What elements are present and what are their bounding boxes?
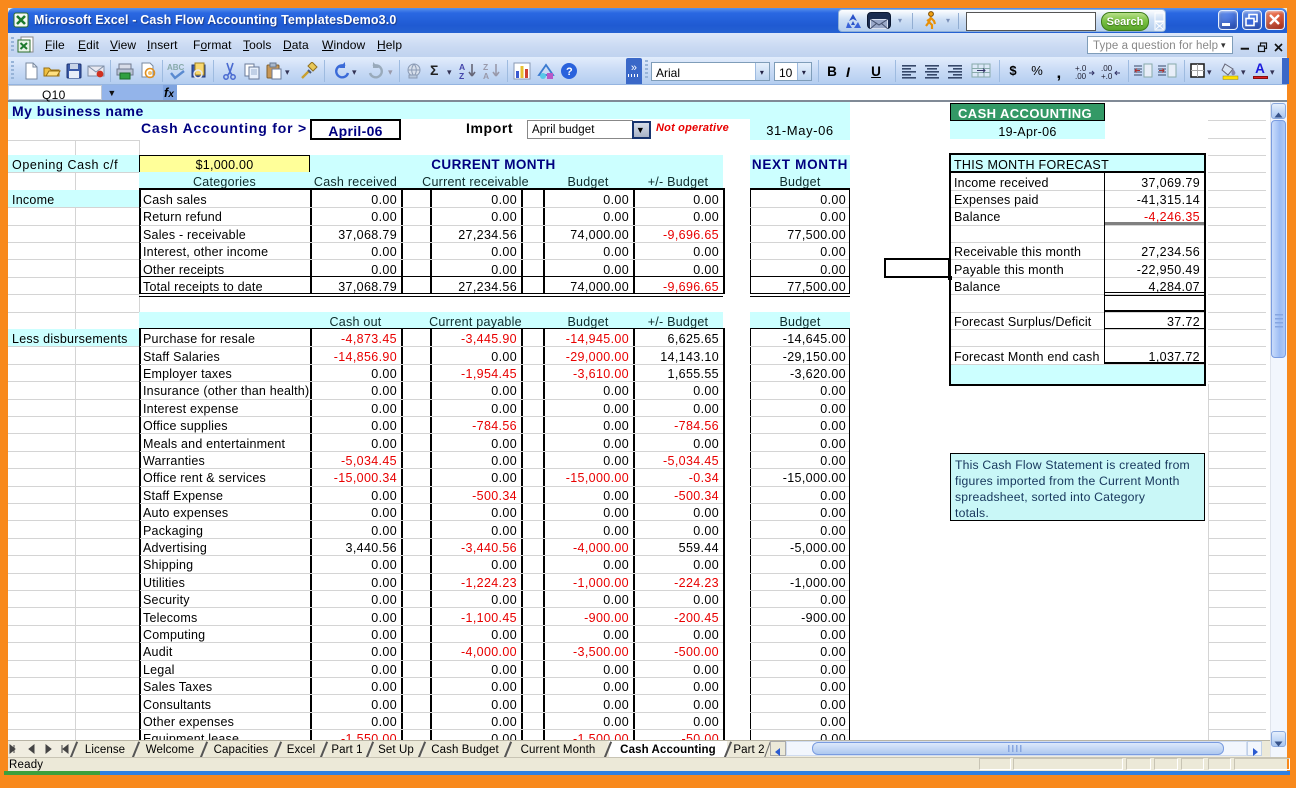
svg-text:ABC: ABC <box>167 63 185 72</box>
svg-text:+.0: +.0 <box>1101 72 1113 80</box>
svg-text:.00: .00 <box>1075 72 1087 80</box>
svg-text:?: ? <box>566 66 573 78</box>
svg-text:A: A <box>483 71 489 80</box>
svg-text:Z: Z <box>459 71 464 80</box>
